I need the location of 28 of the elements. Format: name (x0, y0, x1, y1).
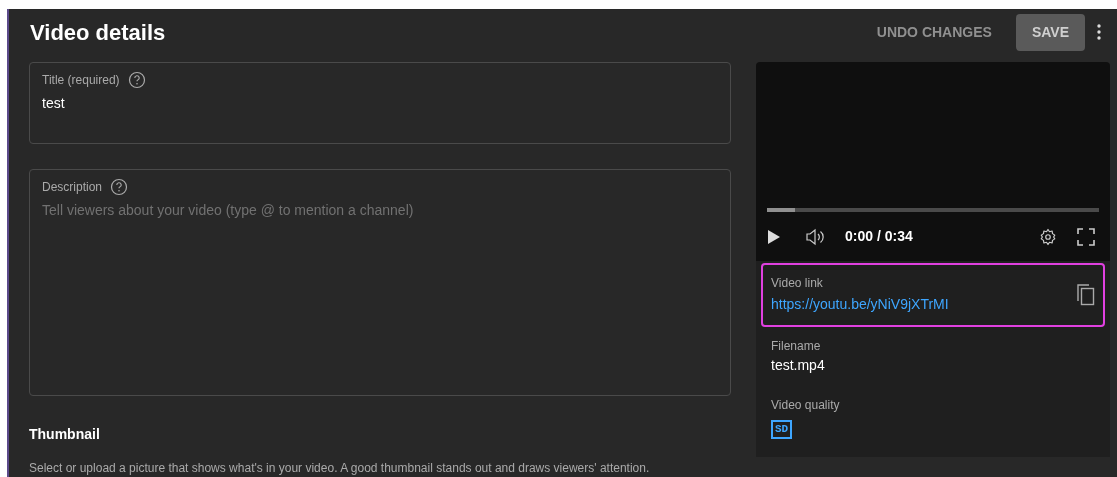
title-field[interactable]: Title (required) test (29, 62, 731, 144)
field-placeholder: Tell viewers about your video (type @ to mention a channel) (42, 201, 415, 220)
settings-icon[interactable] (1039, 227, 1057, 246)
filename-value: test.mp4 (771, 356, 826, 375)
field-label: Description (42, 179, 103, 196)
play-icon[interactable] (767, 228, 781, 245)
field-label: Title (required) (42, 72, 120, 89)
thumbnail-heading: Thumbnail (29, 425, 101, 444)
video-quality-label: Video quality (771, 397, 841, 414)
copy-icon[interactable] (1077, 284, 1095, 306)
video-player[interactable]: 0:00 / 0:34 (756, 62, 1110, 261)
thumbnail-description: Select or upload a picture that shows what's in your video. A good thumbnail stands out and draws viewers' attention. (29, 460, 651, 477)
video-link-label: Video link (771, 275, 824, 292)
save-button[interactable]: SAVE (1015, 13, 1085, 51)
help-icon[interactable] (110, 178, 129, 196)
volume-icon[interactable] (805, 227, 825, 246)
quality-badge: SD (771, 420, 793, 439)
description-field[interactable]: Description Tell viewers about your video (type @ to mention a channel) (29, 169, 731, 396)
filename-label: Filename (771, 338, 822, 355)
time-display: 0:00 / 0:34 (845, 227, 914, 246)
help-icon[interactable] (127, 71, 146, 89)
video-link[interactable]: https://youtu.be/yNiV9jXTrMI (771, 296, 949, 312)
progress-track[interactable] (767, 208, 1099, 212)
field-value: test (42, 94, 66, 113)
undo-changes-button[interactable]: UNDO CHANGES (864, 13, 1004, 51)
fullscreen-icon[interactable] (1077, 227, 1095, 246)
more-options-icon[interactable] (1097, 23, 1101, 41)
page-title: Video details (30, 18, 167, 47)
